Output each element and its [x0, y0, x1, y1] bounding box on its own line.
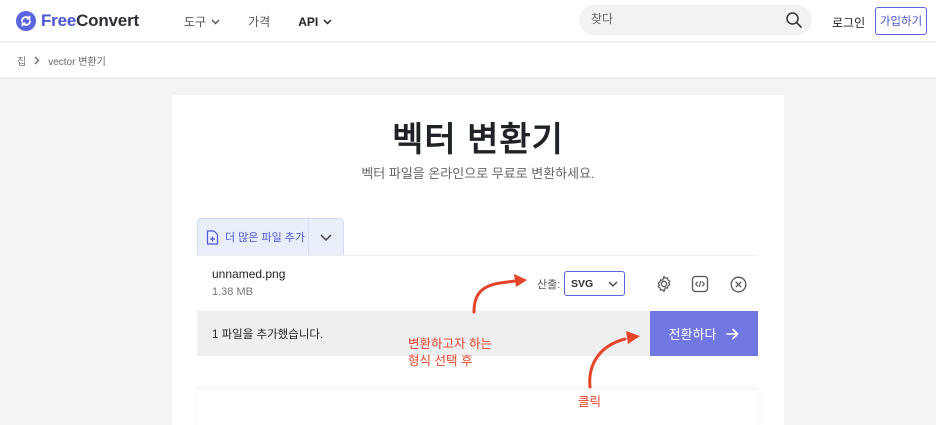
annotation-line2: 형식 선택 후	[408, 354, 473, 368]
annotation-text-click: 클릭	[578, 395, 602, 409]
annotation-line1: 변환하고자 하는	[408, 337, 492, 351]
annotation-text-format: 변환하고자 하는 형식 선택 후	[408, 336, 492, 370]
